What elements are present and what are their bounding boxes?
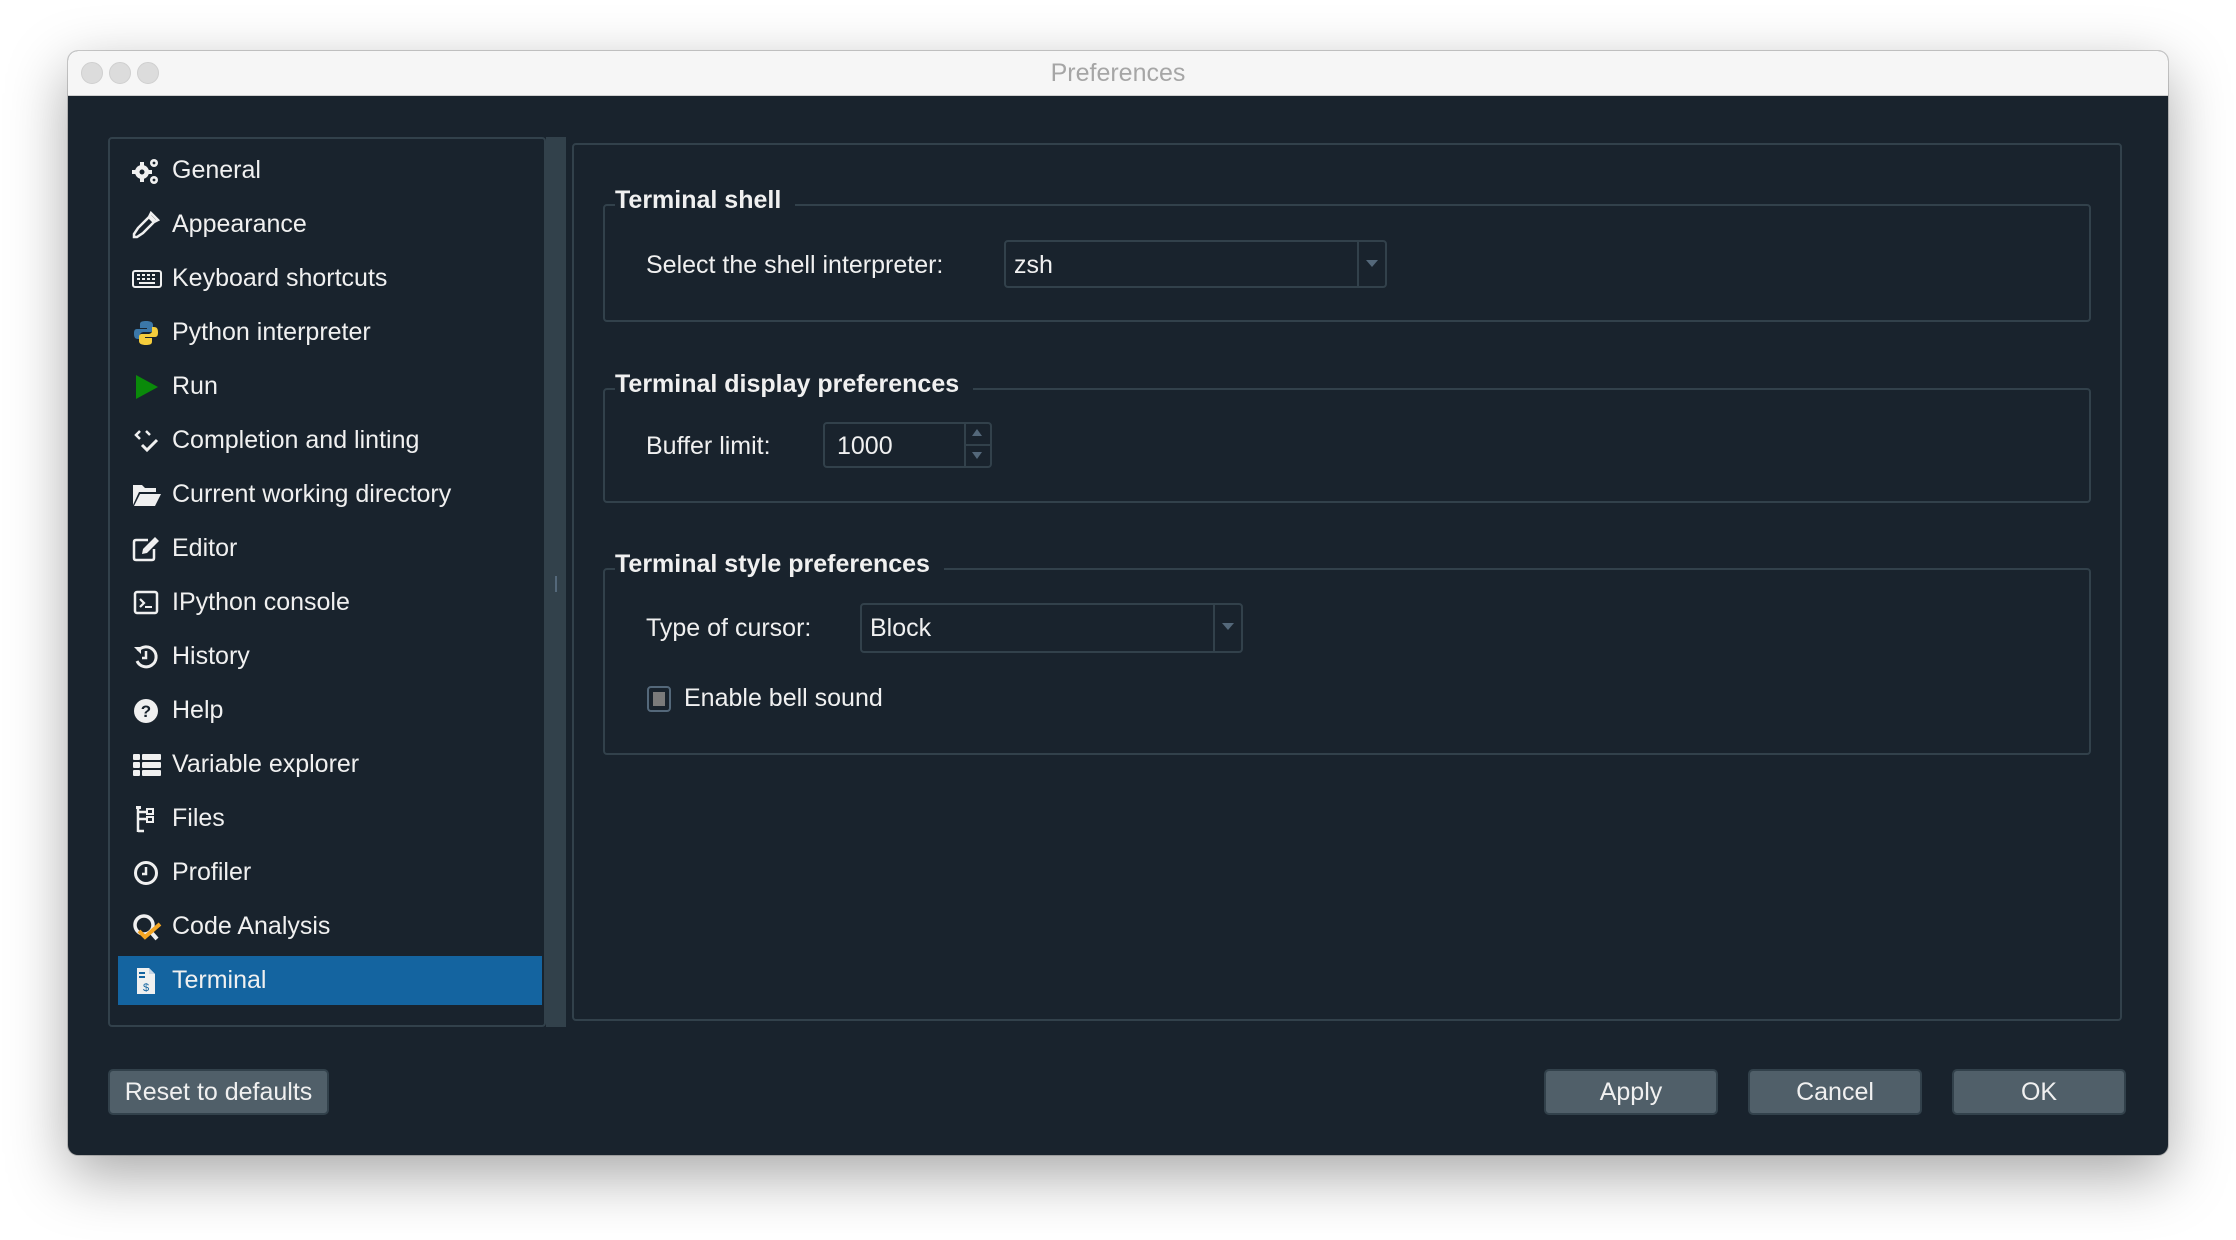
sidebar-item-general[interactable]: General [118, 146, 542, 195]
sidebar-item-keyboard-shortcuts[interactable]: Keyboard shortcuts [118, 254, 542, 303]
terminal-style-group: Terminal style preferences [603, 550, 2091, 755]
cursor-type-value: Block [870, 614, 932, 642]
buffer-limit-value: 1000 [837, 432, 893, 460]
sidebar-item-label: Current working directory [172, 480, 452, 508]
chevron-down-icon [1366, 260, 1378, 267]
sidebar-item-label: Files [172, 804, 225, 832]
sidebar-item-label: History [172, 642, 250, 670]
preferences-window: Preferences General Appearance Keyboard … [68, 51, 2168, 1155]
reset-to-defaults-button[interactable]: Reset to defaults [108, 1069, 329, 1115]
shell-interpreter-label: Select the shell interpreter: [646, 251, 944, 279]
file-tree-icon [132, 805, 160, 833]
terminal-display-title: Terminal display preferences [615, 370, 974, 399]
code-check-icon [132, 427, 160, 455]
bell-sound-label[interactable]: Enable bell sound [684, 684, 883, 713]
bell-sound-checkbox[interactable] [647, 686, 671, 712]
buffer-limit-label: Buffer limit: [646, 432, 771, 460]
apply-button[interactable]: Apply [1544, 1069, 1718, 1115]
sidebar-item-label: General [172, 156, 261, 184]
checkbox-fill [653, 692, 665, 706]
sidebar-item-label: Editor [172, 534, 238, 562]
svg-text:$: $ [143, 982, 149, 994]
cursor-type-label: Type of cursor: [646, 614, 812, 642]
keyboard-icon [132, 265, 162, 293]
sidebar-item-help[interactable]: ? Help [118, 686, 542, 735]
folder-open-icon [132, 481, 161, 509]
terminal-style-title: Terminal style preferences [615, 550, 944, 579]
spin-down-icon[interactable] [972, 452, 982, 459]
python-icon [132, 319, 160, 347]
sidebar-item-label: Variable explorer [172, 750, 360, 778]
sidebar-item-editor[interactable]: Editor [118, 524, 542, 573]
sidebar-item-label: Help [172, 696, 224, 724]
sidebar-item-ipython-console[interactable]: IPython console [118, 578, 542, 627]
sidebar-item-profiler[interactable]: Profiler [118, 848, 542, 897]
sidebar-item-history[interactable]: History [118, 632, 542, 681]
history-icon [132, 643, 160, 671]
sidebar-item-run[interactable]: Run [118, 362, 542, 411]
terminal-shell-title: Terminal shell [615, 186, 796, 215]
table-list-icon [132, 751, 161, 779]
sidebar-item-variable-explorer[interactable]: Variable explorer [118, 740, 542, 789]
sidebar-item-code-analysis[interactable]: Code Analysis [118, 902, 542, 951]
spin-buttons [964, 424, 990, 466]
shell-interpreter-select[interactable]: zsh [1004, 240, 1387, 288]
sidebar-item-current-working-directory[interactable]: Current working directory [118, 470, 542, 519]
sidebar-item-completion-linting[interactable]: Completion and linting [118, 416, 542, 465]
chevron-down-icon [1222, 623, 1234, 630]
sidebar-item-label: IPython console [172, 588, 350, 616]
title-bar: Preferences [68, 51, 2168, 96]
terminal-file-icon: $ [132, 967, 160, 995]
sidebar-item-files[interactable]: Files [118, 794, 542, 843]
buffer-limit-spinbox[interactable]: 1000 [823, 422, 992, 468]
sidebar-item-python-interpreter[interactable]: Python interpreter [118, 308, 542, 357]
sidebar-item-terminal[interactable]: $ Terminal [118, 956, 542, 1005]
svg-text:?: ? [141, 702, 151, 721]
sidebar-item-label: Code Analysis [172, 912, 331, 940]
sidebar-item-label: Python interpreter [172, 318, 371, 346]
sidebar-item-label: Run [172, 372, 218, 400]
dropdown-arrow-box[interactable] [1213, 605, 1241, 651]
sidebar-item-label: Terminal [172, 966, 267, 994]
eyedropper-icon [132, 210, 161, 239]
clock-icon [132, 859, 160, 887]
question-circle-icon: ? [132, 697, 160, 725]
sidebar-item-label: Profiler [172, 858, 252, 886]
preferences-sidebar: General Appearance Keyboard shortcuts Py… [108, 137, 546, 1027]
edit-icon [132, 535, 160, 563]
sidebar-item-appearance[interactable]: Appearance [118, 200, 542, 249]
splitter-handle[interactable] [555, 576, 557, 592]
sidebar-item-label: Completion and linting [172, 426, 420, 454]
cancel-button[interactable]: Cancel [1748, 1069, 1922, 1115]
gears-icon [132, 157, 160, 185]
sidebar-item-label: Appearance [172, 210, 307, 238]
magnifier-check-icon [132, 913, 162, 941]
cursor-type-select[interactable]: Block [860, 603, 1243, 653]
play-icon [132, 373, 160, 401]
spin-divider [966, 444, 990, 446]
sidebar-item-label: Keyboard shortcuts [172, 264, 388, 292]
shell-interpreter-value: zsh [1014, 251, 1053, 279]
terminal-prompt-icon [132, 589, 160, 617]
ok-button[interactable]: OK [1952, 1069, 2126, 1115]
dropdown-arrow-box[interactable] [1357, 242, 1385, 286]
spin-up-icon[interactable] [972, 429, 982, 436]
window-title: Preferences [1050, 59, 1186, 87]
